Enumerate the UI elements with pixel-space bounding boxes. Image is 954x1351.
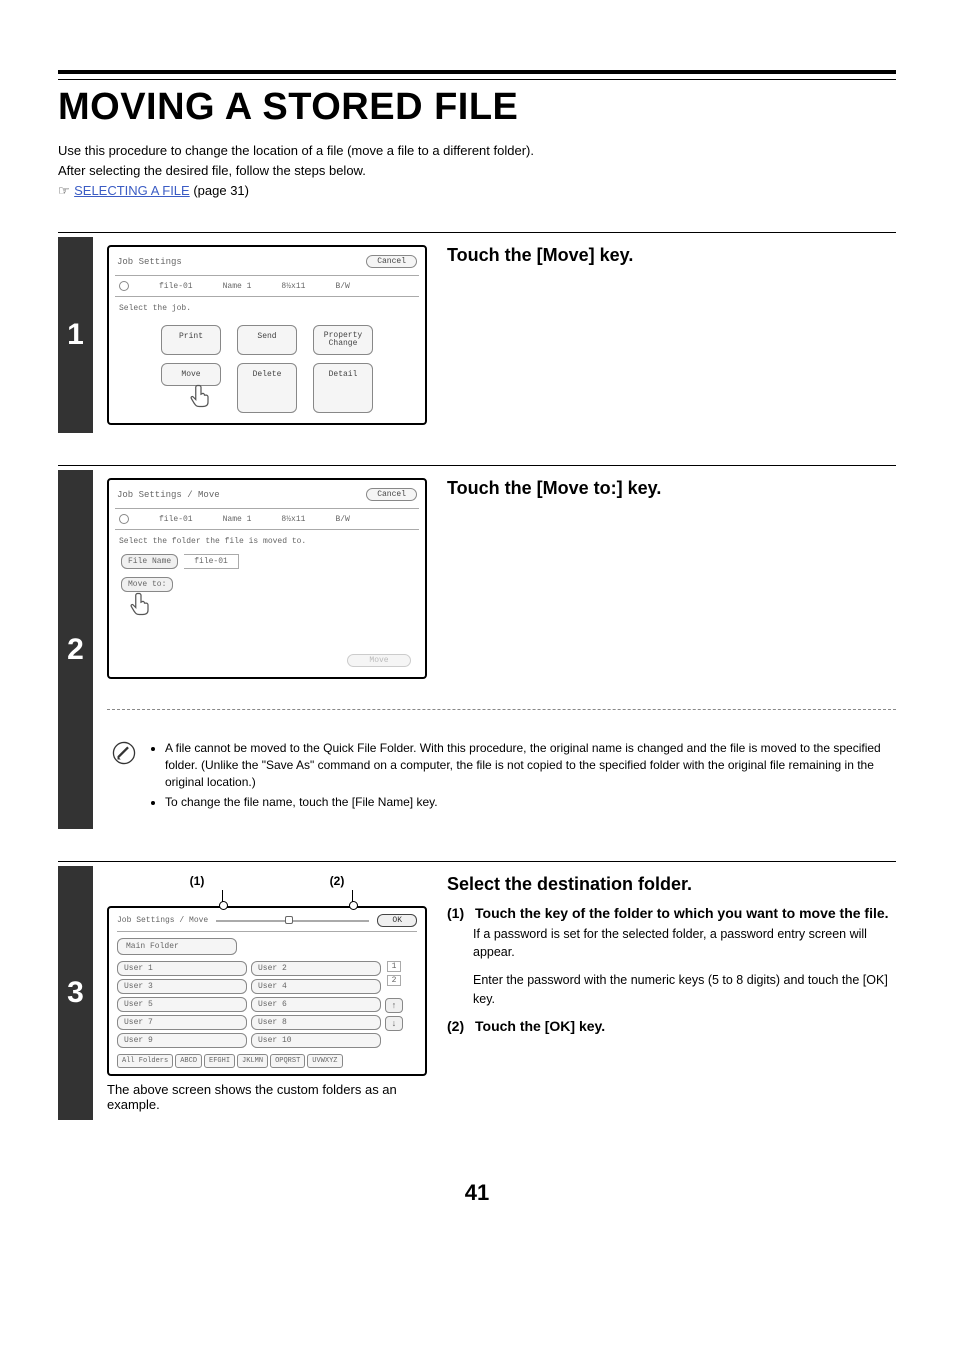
select-job-label: Select the job. [115, 300, 419, 317]
file-icon [119, 281, 129, 291]
size-text: 8½x11 [281, 282, 305, 291]
folder-key[interactable]: User 3 [117, 979, 247, 994]
pencil-note-icon [111, 740, 137, 766]
file-name-text: file-01 [159, 282, 193, 291]
print-button[interactable]: Print [161, 325, 221, 355]
pointer-icon: ☞ [58, 183, 70, 198]
slider[interactable] [216, 917, 369, 925]
move-button-disabled: Move [347, 654, 411, 667]
folder-key[interactable]: User 8 [251, 1015, 381, 1030]
folder-key[interactable]: User 2 [251, 961, 381, 976]
crossref-link[interactable]: SELECTING A FILE [74, 183, 190, 198]
page-indicator-1: 1 [387, 961, 402, 972]
tab-jklmn[interactable]: JKLMN [237, 1054, 268, 1068]
tab-uvwxyz[interactable]: UVWXYZ [307, 1054, 342, 1068]
select-folder-label: Select the folder the file is moved to. [115, 533, 419, 550]
screen3-title: Job Settings / Move [117, 916, 208, 925]
note-bullet-2: To change the file name, touch the [File… [165, 794, 886, 811]
main-folder-key[interactable]: Main Folder [117, 938, 237, 955]
detail-button[interactable]: Detail [313, 363, 373, 413]
step-rule [58, 232, 896, 233]
cancel-button[interactable]: Cancel [366, 255, 417, 268]
step1-screen: Job Settings Cancel file-01 Name 1 8½x11… [107, 245, 427, 425]
sub1-body-1: If a password is set for the selected fo… [473, 925, 896, 961]
step3-caption: The above screen shows the custom folder… [107, 1082, 427, 1112]
screen2-title: Job Settings / Move [117, 490, 220, 500]
sub1-body-2: Enter the password with the numeric keys… [473, 971, 896, 1007]
file-name-value: file-01 [184, 554, 239, 569]
tab-opqrst[interactable]: OPQRST [270, 1054, 305, 1068]
delete-button[interactable]: Delete [237, 363, 297, 413]
step2-heading: Touch the [Move to:] key. [447, 478, 896, 499]
folder-key[interactable]: User 9 [117, 1033, 247, 1048]
step-number-2: 2 [58, 470, 93, 829]
color-text: B/W [335, 515, 349, 524]
sub1-num: (1) [447, 905, 469, 921]
color-text: B/W [335, 282, 349, 291]
step3-screen: Job Settings / Move OK Main Folder User … [107, 906, 427, 1076]
dashed-separator [107, 709, 896, 710]
folder-key[interactable]: User 10 [251, 1033, 381, 1048]
note-bullet-1: A file cannot be moved to the Quick File… [165, 740, 886, 790]
file-icon [119, 514, 129, 524]
step1-heading: Touch the [Move] key. [447, 245, 896, 266]
owner-text: Name 1 [223, 515, 252, 524]
page-number: 41 [58, 1180, 896, 1206]
folder-key[interactable]: User 4 [251, 979, 381, 994]
sub2-num: (2) [447, 1018, 469, 1034]
page-title: MOVING A STORED FILE [58, 86, 896, 129]
scroll-down-button[interactable]: ↓ [385, 1016, 403, 1031]
cancel-button[interactable]: Cancel [366, 488, 417, 501]
callout-2: (2) [330, 874, 345, 888]
tab-efghi[interactable]: EFGHI [204, 1054, 235, 1068]
page-indicator-2: 2 [387, 975, 402, 986]
step2-screen: Job Settings / Move Cancel file-01 Name … [107, 478, 427, 679]
folder-key[interactable]: User 5 [117, 997, 247, 1012]
scroll-up-button[interactable]: ↑ [385, 998, 403, 1013]
intro-line-2: After selecting the desired file, follow… [58, 161, 896, 181]
crossref-page: (page 31) [190, 183, 249, 198]
folder-key[interactable]: User 7 [117, 1015, 247, 1030]
callout-1: (1) [190, 874, 205, 888]
step-number-1: 1 [58, 237, 93, 433]
file-name-key[interactable]: File Name [121, 554, 178, 569]
folder-key[interactable]: User 6 [251, 997, 381, 1012]
owner-text: Name 1 [223, 282, 252, 291]
tab-abcd[interactable]: ABCD [175, 1054, 202, 1068]
intro-line-1: Use this procedure to change the locatio… [58, 141, 896, 161]
step3-heading: Select the destination folder. [447, 874, 896, 895]
touch-hand-icon [187, 382, 215, 413]
touch-hand-icon [127, 590, 155, 621]
screen1-title: Job Settings [117, 257, 182, 267]
sub1-title: Touch the key of the folder to which you… [475, 905, 889, 921]
folder-key[interactable]: User 1 [117, 961, 247, 976]
send-button[interactable]: Send [237, 325, 297, 355]
callout-line-1 [222, 890, 223, 902]
double-rule [58, 70, 896, 80]
crossref-row: ☞ SELECTING A FILE (page 31) [58, 182, 896, 200]
note-block: A file cannot be moved to the Quick File… [107, 740, 896, 821]
step-number-3: 3 [58, 866, 93, 1120]
size-text: 8½x11 [281, 515, 305, 524]
file-name-text: file-01 [159, 515, 193, 524]
step-rule [58, 861, 896, 862]
property-change-button[interactable]: Property Change [313, 325, 373, 355]
ok-button[interactable]: OK [377, 914, 417, 927]
step-rule [58, 465, 896, 466]
sub2-title: Touch the [OK] key. [475, 1018, 605, 1034]
tab-all-folders[interactable]: All Folders [117, 1054, 173, 1068]
callout-line-2 [352, 890, 353, 902]
